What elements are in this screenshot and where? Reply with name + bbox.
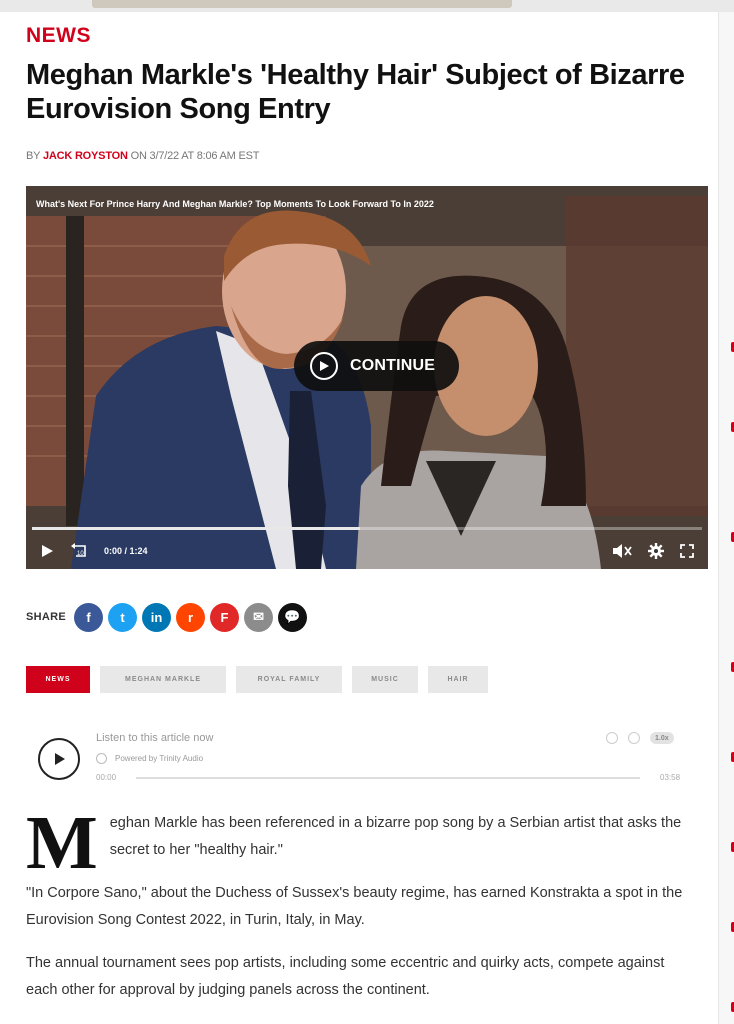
ad-banner[interactable]	[92, 0, 512, 8]
right-sidebar	[718, 12, 734, 1024]
article-paragraph: Meghan Markle has been referenced in a b…	[26, 805, 696, 881]
article-body: Meghan Markle has been referenced in a b…	[26, 805, 696, 1004]
audio-tools: 1.0x	[606, 732, 674, 744]
article-headline: Meghan Markle's 'Healthy Hair' Subject o…	[26, 59, 685, 125]
audio-powered-by: Powered by Trinity Audio	[96, 753, 203, 764]
settings-gear-icon[interactable]	[648, 543, 664, 559]
comment-share-button[interactable]: 💬	[278, 602, 308, 632]
share-bar: SHARE f t in r F ✉ 💬	[26, 600, 312, 634]
email-share-button[interactable]: ✉	[244, 602, 274, 632]
article-paragraph: "In Corpore Sano," about the Duchess of …	[26, 885, 683, 928]
tag-hair[interactable]: HAIR	[428, 666, 488, 693]
svg-text:10: 10	[77, 551, 84, 557]
continue-label: CONTINUE	[350, 357, 436, 374]
tag-list: NEWS MEGHAN MARKLE ROYAL FAMILY MUSIC HA…	[26, 666, 498, 693]
share-label: SHARE	[26, 611, 67, 623]
tag-royal-family[interactable]: ROYAL FAMILY	[236, 666, 342, 693]
tag-music[interactable]: MUSIC	[352, 666, 418, 693]
audio-player: Listen to this article now Powered by Tr…	[26, 726, 696, 796]
rewind-10-icon[interactable]: 10	[70, 543, 88, 559]
trinity-logo-icon	[96, 753, 107, 764]
play-icon	[310, 352, 338, 380]
video-player[interactable]: What's Next For Prince Harry And Meghan …	[26, 186, 708, 569]
reddit-share-button[interactable]: r	[176, 602, 206, 632]
paragraph-text: eghan Markle has been referenced in a bi…	[109, 815, 682, 858]
article-paragraph: The annual tournament sees pop artists, …	[26, 955, 665, 998]
byline-prefix: BY	[26, 150, 43, 162]
video-title: What's Next For Prince Harry And Meghan …	[36, 199, 434, 209]
play-icon[interactable]	[40, 544, 54, 558]
linkedin-share-button[interactable]: in	[142, 602, 172, 632]
fullscreen-icon[interactable]	[680, 544, 694, 558]
drop-cap: M	[26, 801, 98, 885]
rewind-icon[interactable]	[606, 732, 618, 744]
audio-title: Listen to this article now	[96, 732, 214, 744]
forward-icon[interactable]	[628, 732, 640, 744]
publish-date: ON 3/7/22 AT 8:06 AM EST	[127, 150, 260, 162]
byline: BY JACK ROYSTON ON 3/7/22 AT 8:06 AM EST	[26, 150, 260, 162]
audio-current-time: 00:00	[96, 773, 117, 782]
continue-button[interactable]: CONTINUE	[294, 341, 459, 391]
video-progress-bar[interactable]	[32, 527, 702, 530]
tag-news[interactable]: NEWS	[26, 666, 90, 693]
play-icon	[55, 753, 65, 765]
top-ad-strip	[0, 0, 734, 12]
audio-duration: 03:58	[660, 773, 681, 782]
audio-progress-bar[interactable]	[136, 777, 640, 779]
author-link[interactable]: JACK ROYSTON	[43, 150, 128, 162]
video-progress-fill	[32, 527, 361, 530]
flipboard-share-button[interactable]: F	[210, 602, 240, 632]
section-label[interactable]: NEWS	[26, 24, 91, 48]
video-controls: 10 0:00 / 1:24	[26, 536, 708, 566]
mute-icon[interactable]	[612, 543, 632, 559]
audio-speed-button[interactable]: 1.0x	[650, 732, 674, 744]
twitter-share-button[interactable]: t	[108, 602, 138, 632]
facebook-share-button[interactable]: f	[74, 602, 104, 632]
video-time: 0:00 / 1:24	[104, 546, 148, 556]
audio-play-button[interactable]	[38, 738, 80, 780]
tag-meghan-markle[interactable]: MEGHAN MARKLE	[100, 666, 226, 693]
audio-powered-text: Powered by Trinity Audio	[115, 754, 204, 763]
